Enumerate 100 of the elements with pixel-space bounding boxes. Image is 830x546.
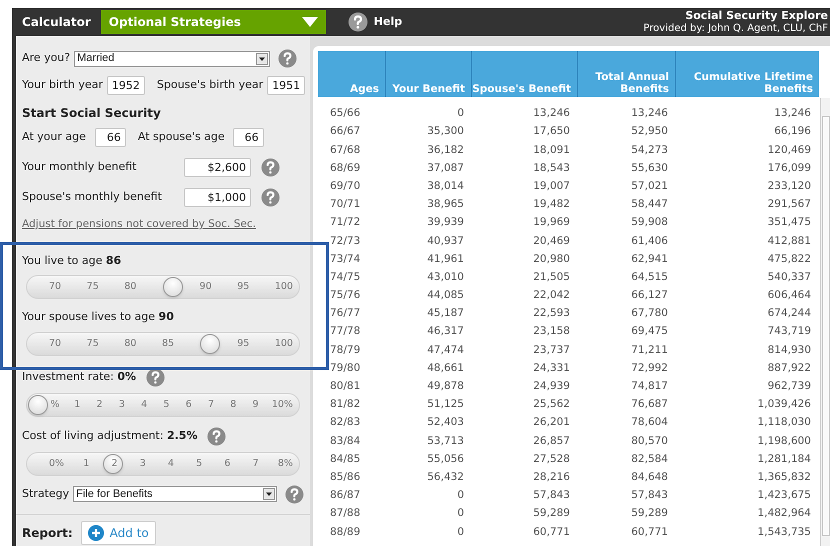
table-cell-text: 19,969 [533, 215, 570, 230]
slider-track[interactable]: % 1 2 3 4 5 6 7 8 9 10% [26, 392, 300, 417]
table-cell-text: 80/81 [330, 379, 360, 394]
table-cell-text: 55,630 [631, 160, 668, 176]
slider-thumb[interactable] [163, 277, 184, 298]
table-cell-text: 66/67 [330, 124, 360, 140]
table-cell-text: 13,246 [631, 106, 668, 122]
input-field[interactable]: 66 [94, 128, 126, 147]
tick-label: 8% [278, 456, 293, 471]
table-cell-text: 51,125 [427, 397, 464, 412]
table-cell-text: 88/89 [330, 524, 360, 540]
table-cell-text: 19,482 [533, 197, 570, 212]
table-cell-text: 62,941 [631, 252, 668, 267]
table-cell-text: 66,127 [631, 288, 668, 304]
table-cell-text: 20,469 [533, 234, 570, 249]
table-cell-text: 606,464 [768, 288, 811, 304]
help-icon[interactable] [278, 49, 298, 68]
pension-link[interactable]: Adjust for pensions not covered by Soc. Sec. [22, 217, 256, 233]
help-icon[interactable] [285, 484, 304, 504]
table-cell-text: 1,423,675 [758, 488, 811, 504]
tick-label: 5 [195, 456, 204, 471]
column-header: Spouse's Benefit [472, 83, 571, 95]
tick-label: 70 [49, 280, 62, 294]
tick-label: 70 [49, 336, 62, 351]
table-cell-text: 1,198,600 [758, 434, 811, 449]
help-icon[interactable] [146, 368, 166, 387]
table-cell-text: 75/76 [330, 288, 360, 304]
tick-label: 7 [206, 398, 215, 412]
tick-label: 100 [274, 336, 293, 351]
table-cell-text: 28,216 [533, 470, 570, 485]
table-cell-text: 13,246 [533, 106, 570, 122]
table-cell-text: 17,650 [533, 124, 570, 140]
input-field[interactable]: $2,600 [184, 158, 251, 177]
input-field[interactable]: 1951 [267, 76, 306, 95]
slider-thumb[interactable] [200, 334, 220, 354]
table-cell-text: 59,289 [631, 506, 668, 522]
table-cell-text: 53,713 [427, 434, 464, 449]
column-header: Cumulative Lifetime Benefits [692, 71, 813, 95]
table-cell-text: 26,857 [533, 434, 570, 449]
help-button[interactable]: Help [348, 12, 402, 32]
table-cell-text: 52,950 [631, 124, 668, 140]
table-cell-text: 76,687 [631, 397, 668, 412]
scrollbar[interactable] [820, 98, 830, 546]
table-cell-text: 87/88 [330, 506, 360, 522]
table-cell-text: 79/80 [330, 360, 360, 376]
table-cell-text: 24,939 [533, 379, 570, 394]
report-label: Report: [22, 524, 73, 542]
table-cell-text: 66,196 [774, 124, 811, 140]
table-cell-text: 1,281,184 [758, 452, 811, 467]
slider-label: Cost of living adjustment: 2.5% [22, 428, 198, 444]
table-cell-text: 76/77 [330, 306, 360, 322]
table-cell-text: 475,822 [768, 252, 811, 267]
tick-label: 100 [274, 280, 293, 294]
table-cell-text: 73/74 [330, 252, 360, 267]
input-field[interactable]: 1952 [106, 76, 145, 95]
tick-label: % [49, 398, 61, 412]
table-cell-text: 1,543,735 [758, 524, 811, 540]
dropdown-field[interactable]: File for Benefits [73, 486, 278, 502]
table-cell-text: 67,780 [631, 306, 668, 322]
table-cell-text: 72/73 [330, 234, 360, 249]
scrollbar-thumb[interactable] [822, 116, 830, 536]
slider-track[interactable]: 0% 1 2 3 4 5 6 7 8% [26, 452, 300, 476]
help-icon[interactable] [261, 158, 280, 177]
field-label: Strategy [22, 486, 70, 502]
slider-thumb[interactable] [28, 394, 48, 415]
help-icon[interactable] [261, 188, 280, 207]
help-icon[interactable] [207, 426, 226, 446]
slider-track[interactable]: 70 75 80 85 95 100 [26, 332, 300, 356]
table-cell-text: 69,475 [631, 324, 668, 340]
table-cell-text: 40,937 [427, 234, 464, 249]
table-cell-text: 887,922 [768, 360, 811, 376]
tick-label: 5 [162, 398, 170, 412]
tick-label: 80 [124, 280, 136, 294]
table-cell-text: 85/86 [330, 470, 360, 485]
section-heading: Start Social Security [22, 105, 161, 122]
slider-thumb[interactable] [102, 454, 123, 474]
input-field[interactable]: $1,000 [184, 188, 251, 207]
input-field[interactable]: 66 [232, 128, 264, 147]
table-cell-text: 21,505 [533, 270, 570, 285]
table-cell-text: 57,843 [533, 488, 570, 504]
dropdown-field[interactable]: Married [74, 50, 270, 66]
tick-label: 8 [229, 398, 238, 412]
table-cell-text: 82/83 [330, 415, 360, 430]
table-cell-text: 291,567 [768, 197, 811, 212]
table-cell-text: 57,021 [631, 178, 668, 194]
table-cell-text: 23,737 [533, 342, 570, 358]
table-cell-text: 0 [457, 524, 464, 540]
table-cell-text: 25,562 [533, 397, 570, 412]
field-label: Spouse's monthly benefit [22, 189, 163, 206]
table-cell-text: 176,099 [768, 160, 811, 176]
tick-label: 95 [237, 336, 250, 351]
table-cell-text: 84,648 [631, 470, 668, 485]
table-cell-text: 36,182 [427, 142, 464, 158]
table-cell-text: 60,771 [631, 524, 668, 540]
add-to-button[interactable]: Add to [80, 520, 156, 545]
slider-track[interactable]: 70 75 80 90 95 100 [26, 275, 300, 300]
column-header: Your Benefit [392, 83, 465, 95]
table-cell-text: 351,475 [768, 215, 811, 230]
table-cell-text: 58,447 [631, 197, 668, 212]
tick-label: 1 [82, 456, 90, 471]
